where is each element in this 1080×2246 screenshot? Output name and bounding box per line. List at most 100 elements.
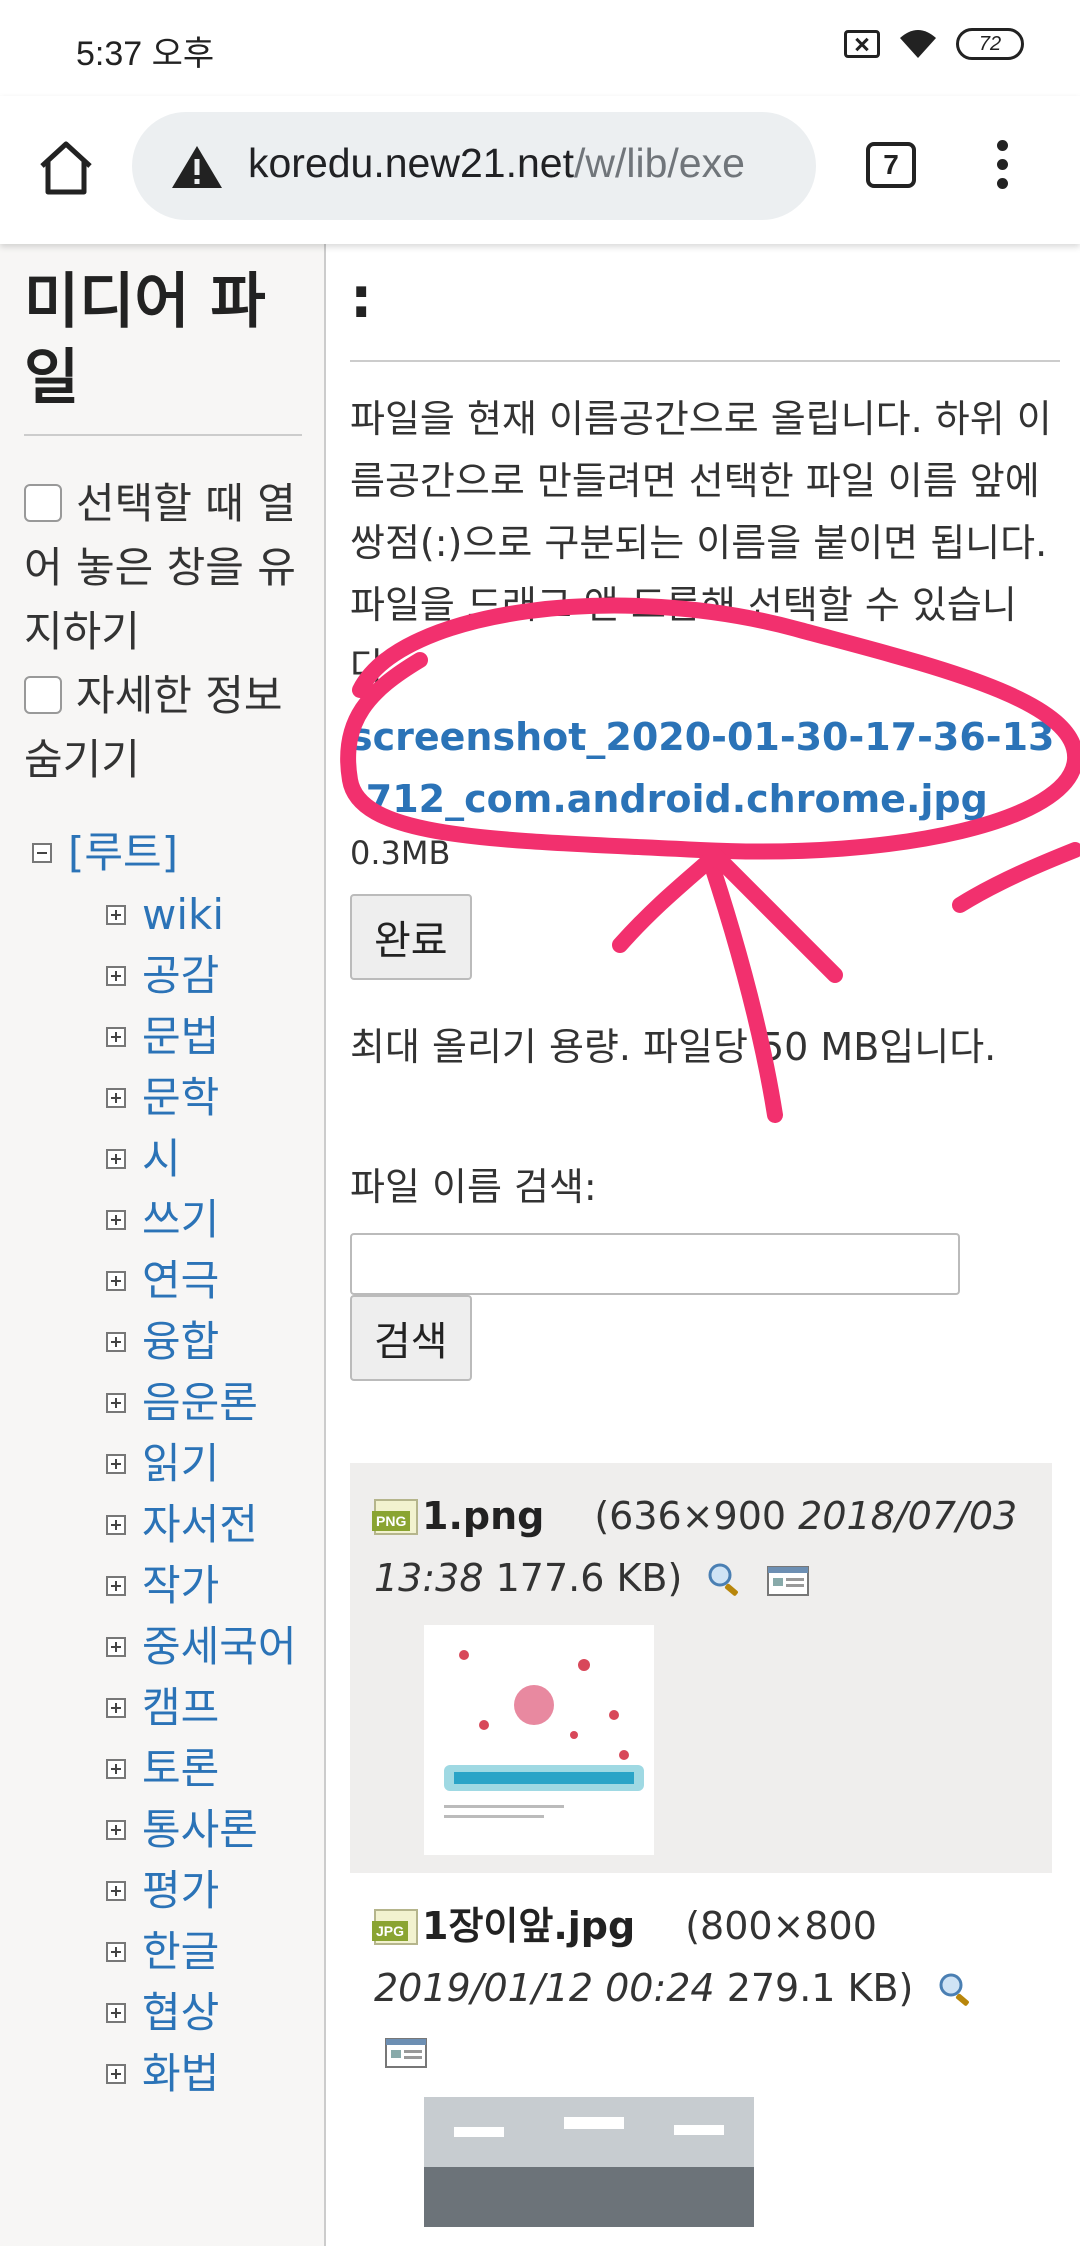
tree-item-label[interactable]: 화법 <box>142 2049 219 2098</box>
warning-icon[interactable] <box>170 144 224 190</box>
search-label: 파일 이름 검색: <box>350 1165 597 1209</box>
panel-title: : <box>350 266 373 331</box>
url-text[interactable]: koredu.new21.net/w/lib/exe <box>248 140 745 187</box>
checkbox[interactable] <box>24 484 62 522</box>
tree-item[interactable]: 중세국어 <box>24 1616 324 1677</box>
magnifier-icon[interactable] <box>935 1971 975 2007</box>
tree-item-label[interactable]: 중세국어 <box>142 1622 297 1671</box>
tree-item-label[interactable]: 공감 <box>142 951 219 1000</box>
tree-item[interactable]: 자서전 <box>24 1494 324 1555</box>
search-button[interactable]: 검색 <box>350 1295 472 1381</box>
media-list: PNG 1.png (636×900 2018/07/03 13:38 177.6 … <box>350 1463 1052 2245</box>
media-item: PNG 1.png (636×900 2018/07/03 13:38 177.6 … <box>350 1463 1052 1873</box>
tree-item[interactable]: 통사론 <box>24 1799 324 1860</box>
tree-item[interactable]: 캠프 <box>24 1677 324 1738</box>
tree-item[interactable]: 문법 <box>24 1006 324 1067</box>
tree-item[interactable]: 토론 <box>24 1738 324 1799</box>
done-button[interactable]: 완료 <box>350 894 472 980</box>
expand-icon[interactable] <box>106 2064 126 2084</box>
media-date: 2019/01/12 00:24 <box>374 1966 715 2010</box>
expand-icon[interactable] <box>106 1698 126 1718</box>
file-type-label: JPG <box>372 1921 409 1941</box>
tree-item[interactable]: 음운론 <box>24 1372 324 1433</box>
tree-item[interactable]: 문학 <box>24 1067 324 1128</box>
expand-icon[interactable] <box>106 1820 126 1840</box>
tree-item[interactable]: 시 <box>24 1128 324 1189</box>
media-sidebar: 미디어 파일 선택할 때 열어 놓은 창을 유지하기 자세한 정보 숨기기 [루… <box>0 244 326 2246</box>
insert-icon[interactable] <box>766 1565 810 1597</box>
tree-item[interactable]: 융합 <box>24 1311 324 1372</box>
expand-icon[interactable] <box>106 1027 126 1047</box>
tree-item-label[interactable]: 작가 <box>142 1561 219 1610</box>
magnifier-icon[interactable] <box>704 1561 744 1597</box>
tree-item[interactable]: 협상 <box>24 1982 324 2043</box>
option-label: 자세한 정보 숨기기 <box>24 671 283 784</box>
expand-icon[interactable] <box>106 1271 126 1291</box>
tree-item-label[interactable]: 캠프 <box>142 1683 219 1732</box>
tab-switcher-button[interactable]: 7 <box>866 142 916 188</box>
expand-icon[interactable] <box>106 1515 126 1535</box>
media-dimensions: (636×900 <box>594 1494 799 1538</box>
tree-item-label[interactable]: 토론 <box>142 1744 219 1793</box>
tree-item-label[interactable]: 한글 <box>142 1927 219 1976</box>
expand-icon[interactable] <box>106 966 126 986</box>
tree-item[interactable]: 공감 <box>24 945 324 1006</box>
overflow-menu-icon[interactable] <box>990 140 1014 196</box>
tree-item[interactable]: 연극 <box>24 1250 324 1311</box>
tree-item-label[interactable]: 음운론 <box>142 1378 258 1427</box>
expand-icon[interactable] <box>106 1454 126 1474</box>
expand-icon[interactable] <box>106 905 126 925</box>
expand-icon[interactable] <box>106 1759 126 1779</box>
insert-icon[interactable] <box>384 2037 428 2069</box>
home-icon[interactable] <box>34 136 98 200</box>
tree-item-label[interactable]: 문법 <box>142 1012 219 1061</box>
checkbox[interactable] <box>24 676 62 714</box>
expand-icon[interactable] <box>106 1210 126 1230</box>
media-file-name[interactable]: 1장이앞.jpg <box>422 1904 635 1948</box>
expand-icon[interactable] <box>106 2003 126 2023</box>
expand-icon[interactable] <box>106 1088 126 1108</box>
expand-icon[interactable] <box>106 1332 126 1352</box>
tree-item[interactable]: 작가 <box>24 1555 324 1616</box>
notification-icon <box>844 30 880 58</box>
tree-item[interactable]: 평가 <box>24 1860 324 1921</box>
tree-item[interactable]: 한글 <box>24 1921 324 1982</box>
option-keep-window-open[interactable]: 선택할 때 열어 놓은 창을 유지하기 <box>24 472 314 664</box>
expand-icon[interactable] <box>106 1393 126 1413</box>
media-thumbnail[interactable] <box>424 2097 754 2227</box>
selected-file-size: 0.3MB <box>350 834 451 872</box>
tree-item-label[interactable]: wiki <box>142 890 224 939</box>
tree-item-label[interactable]: 쓰기 <box>142 1195 219 1244</box>
expand-icon[interactable] <box>106 1637 126 1657</box>
tree-item[interactable]: 읽기 <box>24 1433 324 1494</box>
tree-item-label[interactable]: 자서전 <box>142 1500 258 1549</box>
media-file-name[interactable]: 1.png <box>422 1494 544 1538</box>
media-thumbnail[interactable] <box>424 1625 654 1855</box>
expand-icon[interactable] <box>106 1942 126 1962</box>
divider <box>350 360 1060 362</box>
tree-item-label[interactable]: 시 <box>142 1134 181 1183</box>
collapse-icon[interactable] <box>32 843 52 863</box>
expand-icon[interactable] <box>106 1149 126 1169</box>
media-item-header: JPG 1장이앞.jpg (800×800 2019/01/12 00:24 279… <box>372 1895 1030 2081</box>
selected-file-name[interactable]: screenshot_2020-01-30-17-36-13-712_com.a… <box>350 706 1060 830</box>
url-bar[interactable]: koredu.new21.net/w/lib/exe <box>132 112 816 220</box>
tree-root-label[interactable]: [루트] <box>68 828 178 877</box>
tree-item-label[interactable]: 연극 <box>142 1256 219 1305</box>
option-hide-details[interactable]: 자세한 정보 숨기기 <box>24 664 314 792</box>
tree-item[interactable]: wiki <box>24 884 324 945</box>
tree-item-label[interactable]: 융합 <box>142 1317 219 1366</box>
tree-root[interactable]: [루트] <box>24 822 324 884</box>
tree-item[interactable]: 화법 <box>24 2043 324 2104</box>
search-input[interactable] <box>350 1233 960 1295</box>
tree-item-label[interactable]: 협상 <box>142 1988 219 2037</box>
jpg-file-icon: JPG <box>372 1909 418 1945</box>
tree-item-label[interactable]: 평가 <box>142 1866 219 1915</box>
tree-item-label[interactable]: 통사론 <box>142 1805 258 1854</box>
tree-item-label[interactable]: 문학 <box>142 1073 219 1122</box>
expand-icon[interactable] <box>106 1576 126 1596</box>
thumbnail-image <box>424 2097 754 2227</box>
tree-item-label[interactable]: 읽기 <box>142 1439 219 1488</box>
expand-icon[interactable] <box>106 1881 126 1901</box>
tree-item[interactable]: 쓰기 <box>24 1189 324 1250</box>
